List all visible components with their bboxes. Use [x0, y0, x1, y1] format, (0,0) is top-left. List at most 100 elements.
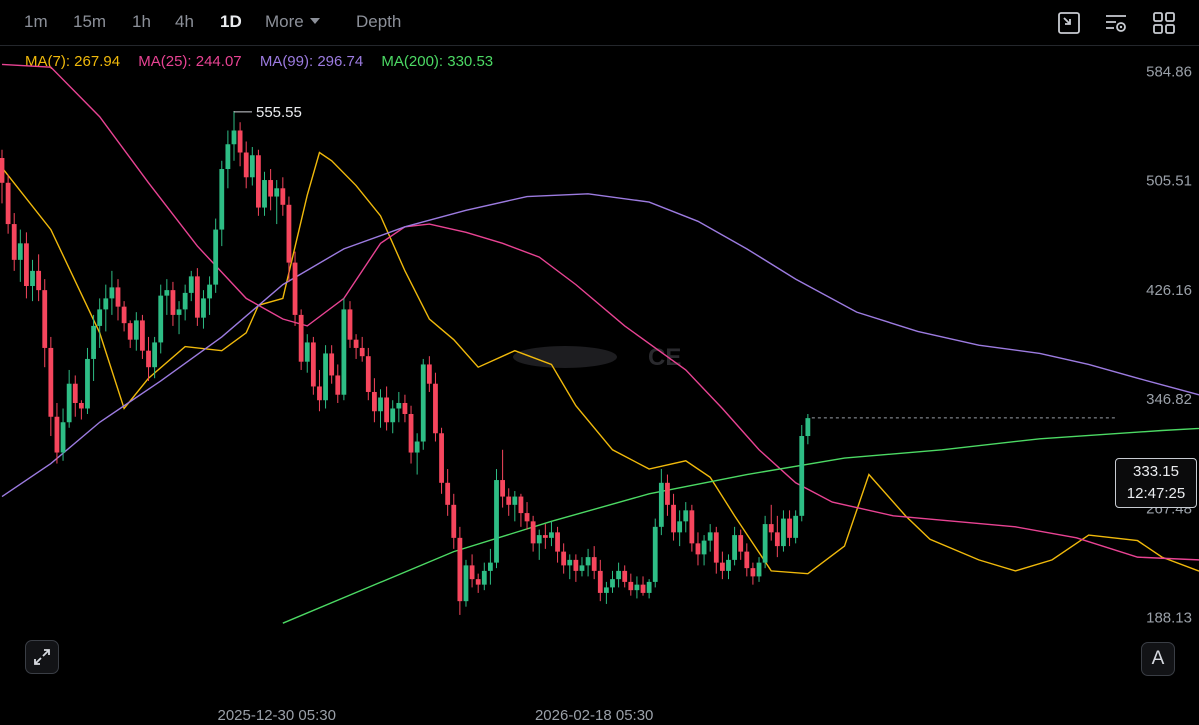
- candle: [481, 562, 487, 591]
- fullscreen-exit-icon[interactable]: [1057, 11, 1081, 35]
- candle: [213, 218, 219, 293]
- candle: [414, 433, 420, 475]
- interval-15m[interactable]: 15m: [73, 12, 106, 32]
- candle: [622, 565, 628, 588]
- candle-body-up: [610, 579, 615, 588]
- candle-body-down: [115, 287, 121, 307]
- candle: [323, 345, 328, 409]
- candle: [433, 372, 438, 442]
- candle-body-down: [48, 347, 54, 417]
- candle: [60, 408, 66, 461]
- candle-body-up: [97, 309, 103, 326]
- candle: [567, 554, 573, 580]
- candle-body-up: [341, 309, 347, 395]
- candle: [445, 469, 451, 516]
- candle-body-up: [30, 270, 35, 287]
- depth-tab[interactable]: Depth: [356, 12, 401, 32]
- candle-body-down: [408, 413, 414, 453]
- candle: [317, 369, 322, 412]
- candle: [561, 543, 567, 574]
- candle-body-down: [127, 323, 133, 340]
- candle-body-down: [0, 158, 5, 183]
- candle: [243, 141, 249, 189]
- expand-chart-button[interactable]: [25, 640, 59, 674]
- candle: [30, 259, 35, 302]
- candle-body-up: [414, 441, 420, 453]
- candle: [634, 576, 640, 599]
- candle: [506, 488, 512, 516]
- candle: [11, 213, 17, 271]
- candle-body-up: [323, 353, 328, 401]
- y-tick-label: 346.82: [1146, 391, 1192, 408]
- candle-body-down: [146, 350, 151, 368]
- candle: [298, 309, 304, 370]
- y-tick-label: 426.16: [1146, 282, 1192, 299]
- candle-body-down: [78, 402, 84, 409]
- interval-1h[interactable]: 1h: [132, 12, 151, 32]
- more-dropdown[interactable]: More: [265, 12, 320, 32]
- candle: [787, 510, 792, 547]
- chart-settings-icon[interactable]: [1104, 11, 1128, 35]
- candle: [524, 502, 530, 530]
- candle: [127, 320, 133, 348]
- candle-body-up: [17, 243, 23, 260]
- candle-body-up: [488, 562, 493, 571]
- autoscale-button[interactable]: A: [1141, 642, 1175, 676]
- watermark-text: CE: [648, 344, 681, 371]
- candle: [732, 526, 737, 566]
- candle-body-down: [445, 482, 451, 505]
- candle: [146, 336, 151, 381]
- candle-body-up: [60, 422, 66, 453]
- candle: [36, 254, 42, 302]
- interval-1d[interactable]: 1D: [220, 12, 242, 32]
- expand-arrows-icon: [34, 649, 50, 665]
- candle-body-up: [390, 408, 396, 423]
- candle: [140, 314, 145, 359]
- candle-body-down: [353, 339, 359, 348]
- candle-body-down: [622, 570, 628, 582]
- candle: [762, 515, 768, 569]
- candle: [799, 425, 805, 522]
- candle: [719, 551, 725, 580]
- candle: [530, 515, 536, 552]
- candlestick-chart[interactable]: CE 584.86505.51426.16346.82267.48188.13 …: [0, 46, 1199, 725]
- candle: [329, 345, 335, 384]
- candle-body-up: [182, 292, 188, 310]
- candle-body-up: [732, 535, 737, 560]
- interval-4h[interactable]: 4h: [175, 12, 194, 32]
- candle-body-down: [768, 524, 774, 533]
- grid-layout-icon[interactable]: [1152, 11, 1176, 35]
- candle: [488, 548, 493, 585]
- candle-body-down: [640, 584, 646, 593]
- candle: [262, 171, 267, 216]
- candle-body-down: [24, 243, 29, 287]
- candle: [268, 169, 274, 211]
- candle-body-up: [231, 130, 237, 145]
- candle: [494, 469, 499, 569]
- candle: [85, 347, 90, 414]
- candle-body-down: [194, 276, 200, 318]
- candle: [390, 400, 396, 434]
- candle-body-down: [744, 551, 750, 569]
- candle-body-up: [378, 397, 383, 412]
- candle: [616, 562, 622, 588]
- candle: [231, 111, 237, 161]
- interval-1m[interactable]: 1m: [24, 12, 48, 32]
- candle: [658, 469, 664, 536]
- candle: [665, 474, 670, 516]
- candle: [396, 391, 402, 423]
- candle-body-up: [396, 402, 402, 409]
- candle-body-up: [274, 188, 280, 197]
- candles: [0, 111, 811, 615]
- candle-body-up: [683, 510, 689, 522]
- candle: [585, 548, 591, 577]
- candle-body-down: [561, 551, 567, 566]
- candle-body-up: [262, 180, 267, 208]
- candle-body-down: [5, 182, 11, 225]
- candle-body-down: [54, 416, 60, 453]
- candle: [5, 174, 11, 234]
- candle-body-down: [695, 543, 701, 555]
- candle-body-down: [475, 579, 481, 585]
- candle-body-down: [347, 309, 353, 340]
- candle: [274, 180, 280, 225]
